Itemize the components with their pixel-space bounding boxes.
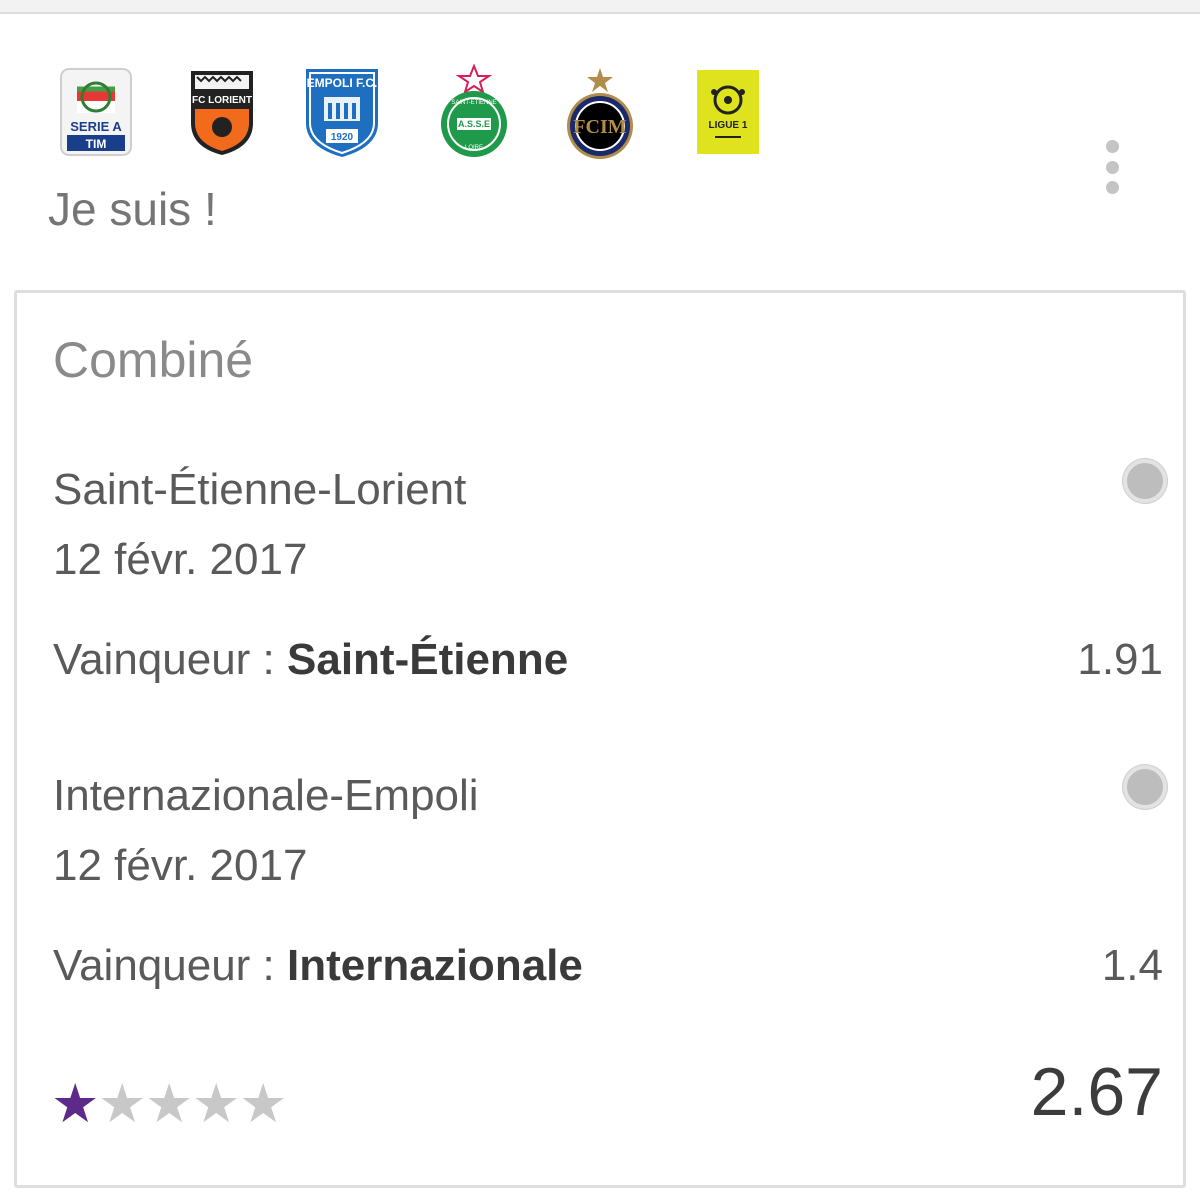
asse-logo[interactable]: SAINT-ETIENNE A.S.S.E LOIRE [432, 62, 516, 162]
combined-bet-card: Combiné Saint-Étienne-Lorient 12 févr. 2… [14, 290, 1186, 1188]
total-odds: 2.67 [1030, 1054, 1163, 1130]
match-pick: Vainqueur : Saint-Étienne [53, 635, 568, 685]
fc-lorient-logo[interactable]: FC LORIENT [180, 62, 264, 162]
empoli-fc-logo[interactable]: EMPOLI F.C. 1920 [300, 62, 384, 162]
match-odds: 1.91 [1077, 635, 1163, 684]
svg-text:SAINT-ETIENNE: SAINT-ETIENNE [451, 100, 496, 106]
svg-text:FC LORIENT: FC LORIENT [192, 95, 252, 106]
ligue-1-logo-icon: LIGUE 1 [697, 70, 759, 154]
ligue-1-logo[interactable]: LIGUE 1 [686, 62, 770, 162]
more-dot [1105, 181, 1119, 194]
match-radio-button[interactable] [1123, 765, 1167, 809]
empoli-fc-logo-icon: EMPOLI F.C. 1920 [306, 69, 378, 157]
serie-a-logo[interactable]: SERIE A TIM [54, 62, 138, 162]
match-radio-button[interactable] [1123, 459, 1167, 503]
star-icon[interactable]: ★ [51, 1077, 99, 1131]
pick-team: Internazionale [287, 941, 583, 990]
match-item: Internazionale-Empoli 12 févr. 2017 Vain… [17, 765, 1183, 1031]
star-icon[interactable]: ★ [145, 1077, 193, 1131]
more-dot [1105, 160, 1119, 174]
svg-text:TIM: TIM [86, 137, 107, 151]
inter-logo[interactable]: FCIM [558, 62, 642, 162]
top-divider [0, 0, 1200, 14]
inter-logo-icon: FCIM [567, 68, 633, 159]
pick-label: Vainqueur : [53, 941, 288, 990]
svg-text:LOIRE: LOIRE [465, 145, 483, 151]
pick-label: Vainqueur : [53, 635, 288, 684]
svg-text:A.S.S.E: A.S.S.E [458, 119, 490, 129]
svg-text:SERIE A: SERIE A [70, 119, 122, 134]
star-rating[interactable]: ★ ★ ★ ★ ★ [51, 1077, 287, 1131]
svg-text:LIGUE 1: LIGUE 1 [709, 120, 748, 131]
card-title: Combiné [53, 332, 254, 388]
match-pick: Vainqueur : Internazionale [53, 941, 583, 991]
fc-lorient-logo-icon: FC LORIENT [191, 71, 253, 155]
more-dot [1105, 140, 1119, 153]
match-date: 12 févr. 2017 [53, 535, 308, 584]
league-team-logos: SERIE A TIM FC LORIENT EMPOLI F.C. 1920 [0, 62, 1200, 194]
serie-a-logo-icon: SERIE A TIM [60, 68, 132, 156]
star-icon[interactable]: ★ [98, 1077, 146, 1131]
star-icon[interactable]: ★ [239, 1077, 287, 1131]
page-subtitle: Je suis ! [48, 183, 217, 235]
match-name: Internazionale-Empoli [53, 771, 479, 820]
svg-text:1920: 1920 [331, 132, 354, 143]
star-icon[interactable]: ★ [192, 1077, 240, 1131]
more-vertical-icon[interactable] [1088, 134, 1136, 200]
asse-logo-icon: SAINT-ETIENNE A.S.S.E LOIRE [441, 64, 507, 157]
match-odds: 1.4 [1101, 941, 1163, 990]
match-date: 12 févr. 2017 [53, 841, 308, 890]
match-item: Saint-Étienne-Lorient 12 févr. 2017 Vain… [17, 459, 1183, 725]
svg-text:FCIM: FCIM [573, 116, 626, 138]
match-name: Saint-Étienne-Lorient [53, 465, 467, 514]
pick-team: Saint-Étienne [287, 635, 569, 684]
svg-text:EMPOLI F.C.: EMPOLI F.C. [307, 76, 378, 90]
